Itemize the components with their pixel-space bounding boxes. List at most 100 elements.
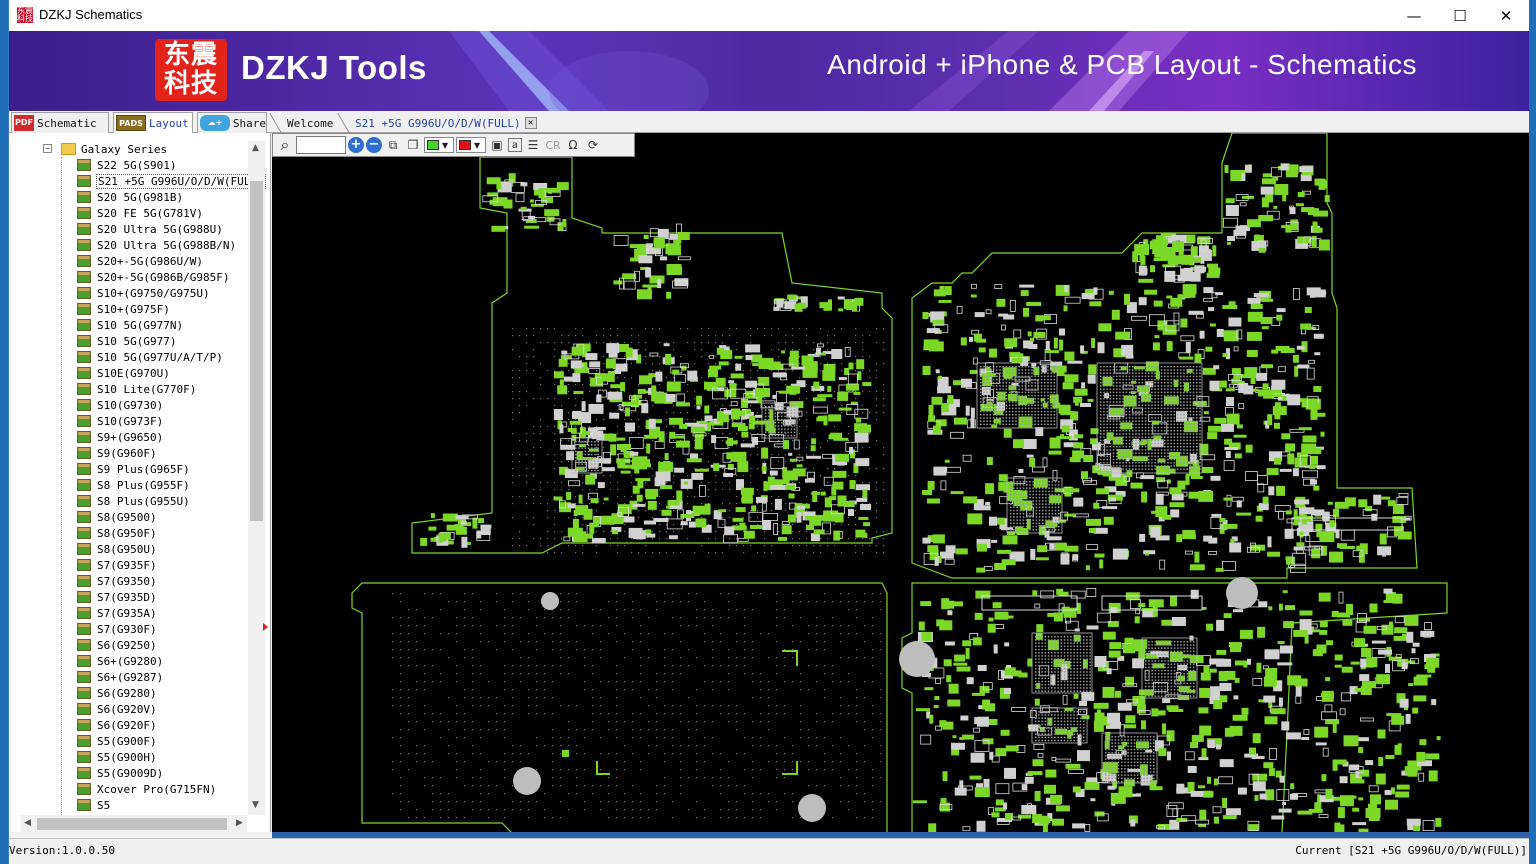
via bbox=[592, 705, 594, 707]
via bbox=[736, 342, 738, 344]
tree-item[interactable]: S20 Ultra 5G(G988B/N) bbox=[9, 237, 249, 253]
scroll-up-icon[interactable]: ▲ bbox=[252, 143, 259, 153]
tree-item[interactable]: S7(G935D) bbox=[9, 589, 249, 605]
tree-item[interactable]: S6(G9280) bbox=[9, 685, 249, 701]
bga-ball bbox=[1128, 366, 1131, 368]
via bbox=[632, 801, 634, 803]
tree-item[interactable]: S7(G930F) bbox=[9, 621, 249, 637]
doc-tab-welcome[interactable]: Welcome bbox=[269, 113, 333, 133]
pcb-component bbox=[1365, 760, 1374, 766]
tree-item[interactable]: S5(G9009D) bbox=[9, 765, 249, 781]
tree-item[interactable]: S6(G9250) bbox=[9, 637, 249, 653]
tree-item[interactable]: S10(G973F) bbox=[9, 413, 249, 429]
pcb-component bbox=[1207, 432, 1218, 440]
tree-item[interactable]: S8 Plus(G955F) bbox=[9, 477, 249, 493]
via bbox=[540, 363, 542, 365]
tree-item[interactable]: S7(G935A) bbox=[9, 605, 249, 621]
via bbox=[813, 475, 815, 477]
via bbox=[729, 328, 731, 330]
bga-ball bbox=[1170, 378, 1172, 381]
tree-item[interactable]: S8(G9500) bbox=[9, 509, 249, 525]
tree-item[interactable]: S6(G920V) bbox=[9, 701, 249, 717]
scroll-thumb[interactable] bbox=[37, 818, 227, 830]
tab-share[interactable]: ☁+ Share bbox=[197, 112, 267, 133]
tree-item[interactable]: S5(G900F) bbox=[9, 733, 249, 749]
tree-item[interactable]: S6+(G9287) bbox=[9, 669, 249, 685]
tree-item[interactable]: S7(G935F) bbox=[9, 557, 249, 573]
minimize-button[interactable]: — bbox=[1391, 0, 1437, 31]
pcb-component bbox=[749, 416, 756, 423]
tree-item[interactable]: S20 5G(G981B) bbox=[9, 189, 249, 205]
tree-item[interactable]: S9+(G9650) bbox=[9, 429, 249, 445]
pcb-component bbox=[661, 509, 672, 516]
pcb-component bbox=[1111, 309, 1120, 320]
tree-item[interactable]: S10 5G(G977) bbox=[9, 333, 249, 349]
via bbox=[696, 753, 698, 755]
tree-item[interactable]: S10 5G(G977N) bbox=[9, 317, 249, 333]
doc-tab-s21[interactable]: S21 +5G G996U/O/D/W(FULL) ✕ bbox=[337, 113, 537, 133]
close-button[interactable]: ✕ bbox=[1483, 0, 1529, 31]
tree-item[interactable]: S20 Ultra 5G(G988U) bbox=[9, 221, 249, 237]
tree-item[interactable]: S5(G900H) bbox=[9, 749, 249, 765]
via bbox=[840, 633, 842, 635]
tree-item[interactable]: S8(G950F) bbox=[9, 525, 249, 541]
bga-ball bbox=[1106, 414, 1108, 416]
via bbox=[688, 729, 690, 731]
scroll-right-icon[interactable]: ▶ bbox=[236, 818, 243, 828]
via bbox=[528, 809, 530, 811]
tree-item[interactable]: S10E(G970U) bbox=[9, 365, 249, 381]
via bbox=[504, 705, 506, 707]
tree-item[interactable]: S20+-5G(G986U/W) bbox=[9, 253, 249, 269]
tree-item[interactable]: S9(G960F) bbox=[9, 445, 249, 461]
via bbox=[768, 745, 770, 747]
pcb-component bbox=[1281, 433, 1291, 440]
scroll-left-icon[interactable]: ◀ bbox=[24, 818, 31, 828]
tree-item[interactable]: S6(G920F) bbox=[9, 717, 249, 733]
tree-item[interactable]: Xcover Pro(G715FN) bbox=[9, 781, 249, 797]
tree-item[interactable]: S20 FE 5G(G781V) bbox=[9, 205, 249, 221]
pcb-component bbox=[1108, 497, 1116, 502]
via bbox=[544, 793, 546, 795]
pcb-component bbox=[1187, 782, 1195, 792]
tree-group-galaxy-series[interactable]: − Galaxy Series bbox=[9, 141, 249, 157]
bga-ball bbox=[1100, 398, 1102, 400]
collapse-icon[interactable]: − bbox=[43, 144, 52, 153]
tree-item[interactable]: S9 Plus(G965F) bbox=[9, 461, 249, 477]
tree-vertical-scrollbar[interactable]: ▲ ▼ bbox=[248, 141, 265, 815]
pcb-component bbox=[491, 225, 506, 232]
tree-item[interactable]: S5 bbox=[9, 797, 249, 813]
scroll-down-icon[interactable]: ▼ bbox=[252, 800, 259, 810]
tree-item[interactable]: S10 Lite(G770F) bbox=[9, 381, 249, 397]
tree-item[interactable]: S21 +5G G996U/O/D/W(FULL) bbox=[9, 173, 266, 189]
pcb-component bbox=[965, 648, 970, 659]
tree-item[interactable]: S22 5G(S901) bbox=[9, 157, 249, 173]
tree-horizontal-scrollbar[interactable]: ◀ ▶ bbox=[21, 815, 247, 832]
pcb-component bbox=[613, 280, 623, 285]
tree-item[interactable]: S10+(G975F) bbox=[9, 301, 249, 317]
via bbox=[603, 335, 605, 337]
tree-item[interactable]: S7(G9350) bbox=[9, 573, 249, 589]
via bbox=[496, 761, 498, 763]
tree-item[interactable]: S10(G9730) bbox=[9, 397, 249, 413]
tree-item[interactable]: S6+(G9280) bbox=[9, 653, 249, 669]
tree-item[interactable]: S20+-5G(G986B/G985F) bbox=[9, 269, 249, 285]
pcb-component bbox=[1306, 367, 1315, 380]
via bbox=[856, 617, 858, 619]
splitter-arrow-icon[interactable] bbox=[263, 623, 268, 631]
pcb-component bbox=[643, 235, 649, 239]
pcb-layout-canvas[interactable]: ⌕ + − ⧉ ❐ ▼ ▼ ▣ a ☰ CR Ω ⟳ bbox=[272, 133, 1529, 836]
pcb-component bbox=[593, 522, 599, 528]
tab-layout[interactable]: PADS Layout bbox=[113, 112, 193, 133]
tree-item[interactable]: S8(G950U) bbox=[9, 541, 249, 557]
via bbox=[464, 785, 466, 787]
via bbox=[883, 482, 885, 484]
close-tab-icon[interactable]: ✕ bbox=[524, 117, 537, 129]
tab-schematic[interactable]: PDF Schematic bbox=[11, 112, 109, 133]
maximize-button[interactable]: ☐ bbox=[1437, 0, 1483, 31]
tree-item[interactable]: S10+(G9750/G975U) bbox=[9, 285, 249, 301]
scroll-thumb[interactable] bbox=[250, 181, 263, 521]
tree-item[interactable]: S10 5G(G977U/A/T/P) bbox=[9, 349, 249, 365]
tree-item[interactable]: S8 Plus(G955U) bbox=[9, 493, 249, 509]
via bbox=[526, 391, 528, 393]
pcb-board-drawing[interactable] bbox=[272, 133, 1529, 836]
